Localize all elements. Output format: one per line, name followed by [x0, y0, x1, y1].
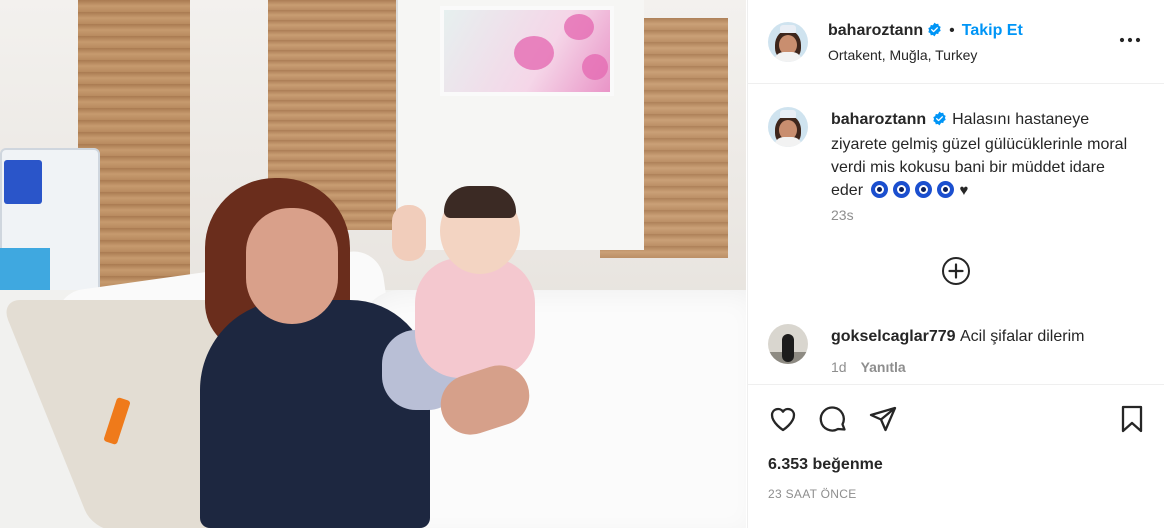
likes-count[interactable]: 6.353 beğenme [768, 456, 883, 474]
post-caption: baharoztann Halasını hastaneye ziyarete g… [831, 108, 1141, 202]
caption-username[interactable]: baharoztann [831, 111, 926, 128]
comment-age: 1d [831, 359, 847, 375]
reply-button[interactable]: Yanıtla [861, 359, 906, 375]
comment-text: Acil şifalar dilerim [959, 328, 1085, 345]
black-heart-icon: ♥ [959, 182, 969, 199]
photo-baby-hand [392, 205, 426, 261]
heart-icon[interactable] [767, 403, 799, 435]
photo-baby-body [415, 258, 535, 378]
post-header: baharoztann • Takip Et Ortakent, Muğla, Tu… [748, 0, 1164, 84]
post-location[interactable]: Ortakent, Muğla, Turkey [828, 47, 977, 63]
share-icon[interactable] [867, 403, 899, 435]
photo-wall-picture [440, 6, 614, 96]
evil-eye-icon [915, 181, 933, 198]
verified-badge-icon [932, 110, 947, 133]
photo-baby-hair [444, 186, 516, 218]
evil-eye-icon [871, 181, 889, 198]
post-photo[interactable] [0, 0, 746, 528]
verified-badge-icon [927, 22, 942, 42]
photo-woman-body [200, 300, 430, 528]
author-avatar[interactable] [768, 22, 808, 62]
comment-username[interactable]: gokselcaglar779 [831, 328, 956, 345]
load-more-comments-icon[interactable] [941, 256, 971, 286]
evil-eye-icon [893, 181, 911, 198]
post-actions: 6.353 beğenme 23 SAAT ÖNCE [748, 384, 1164, 528]
more-options-icon[interactable] [1117, 30, 1143, 50]
author-username[interactable]: baharoztann [828, 22, 923, 39]
evil-eye-icon [937, 181, 955, 198]
follow-button[interactable]: Takip Et [962, 22, 1023, 39]
bookmark-icon[interactable] [1116, 403, 1148, 435]
post-timestamp[interactable]: 23 SAAT ÖNCE [768, 487, 857, 501]
comment-icon[interactable] [817, 403, 849, 435]
photo-woman-face [246, 208, 338, 324]
photo-pump-screen [4, 160, 42, 204]
header-name-row: baharoztann • Takip Et [828, 22, 1023, 42]
caption-emojis: ♥ [871, 181, 969, 199]
caption-avatar[interactable] [768, 107, 808, 147]
comment: gokselcaglar779 Acil şifalar dilerim [831, 328, 1084, 346]
post-side-panel: baharoztann • Takip Et Ortakent, Muğla, Tu… [747, 0, 1164, 528]
commenter-avatar[interactable] [768, 324, 808, 364]
caption-time: 23s [831, 207, 854, 223]
comment-meta: 1d Yanıtla [831, 359, 906, 375]
header-separator: • [949, 22, 955, 39]
